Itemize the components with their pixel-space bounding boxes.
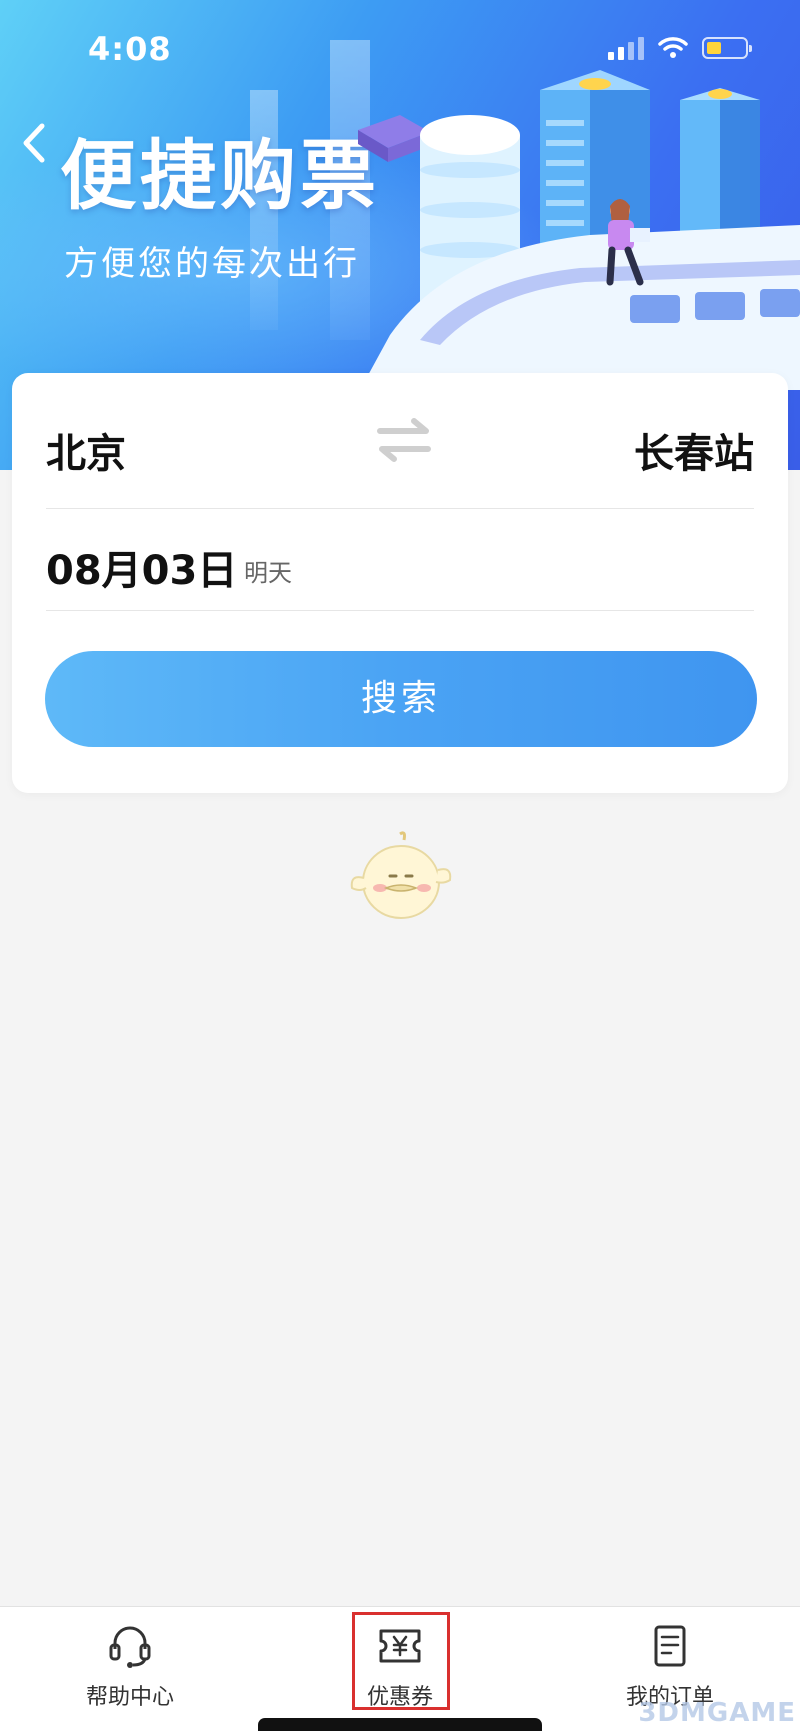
search-button[interactable]: 搜索 — [45, 651, 757, 747]
home-indicator[interactable] — [258, 1718, 542, 1731]
status-icons — [608, 36, 752, 60]
departure-city[interactable]: 北京 — [46, 421, 126, 479]
mascot-icon — [350, 831, 452, 919]
travel-date[interactable]: 08月03日 — [46, 538, 237, 596]
status-time: 4:08 — [88, 30, 172, 68]
battery-icon — [702, 37, 752, 59]
watermark: 3DMGAME — [638, 1698, 796, 1728]
ticket-search-card: 北京 长春站 08月03日 明天 搜索 — [12, 373, 788, 793]
headset-icon — [109, 1626, 151, 1668]
order-list-icon — [654, 1625, 686, 1667]
tab-help-center[interactable]: 帮助中心 — [50, 1607, 210, 1732]
coupon-tab-highlight-box — [352, 1612, 450, 1710]
tab-label: 帮助中心 — [85, 1685, 174, 1710]
wifi-icon — [658, 37, 688, 58]
route-row: 北京 长春站 — [46, 373, 754, 509]
back-arrow-icon[interactable] — [14, 118, 54, 168]
train-city-illustration — [358, 70, 800, 390]
date-relative-hint: 明天 — [244, 559, 292, 587]
hero-subtitle: 方便您的每次出行 — [64, 244, 360, 284]
date-row[interactable]: 08月03日 明天 — [46, 508, 754, 611]
swap-stations-icon[interactable] — [374, 413, 434, 467]
arrival-city[interactable]: 长春站 — [634, 421, 754, 479]
signal-icon — [608, 36, 644, 60]
